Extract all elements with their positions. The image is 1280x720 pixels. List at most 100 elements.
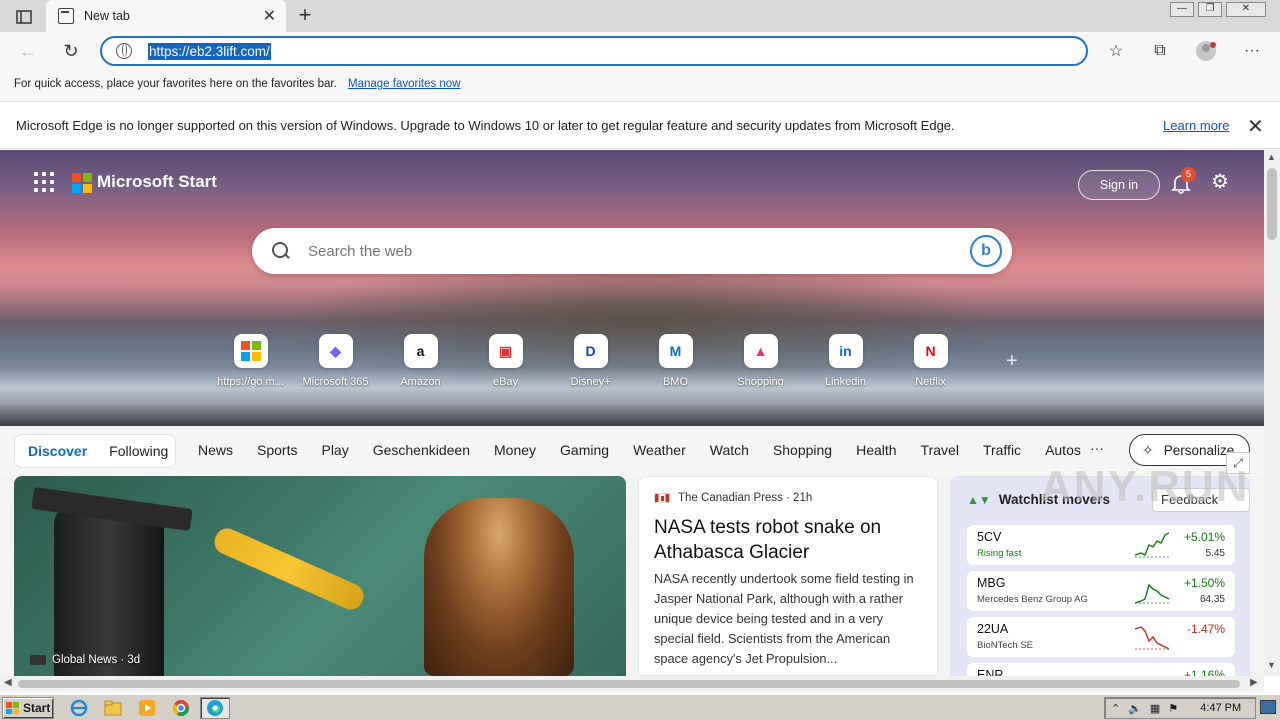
vertical-scroll-thumb[interactable] — [1267, 168, 1277, 240]
vertical-scrollbar[interactable]: ▲ ▼ — [1264, 150, 1280, 676]
stock-name: Rising fast — [977, 548, 1022, 559]
watchlist-row[interactable]: 22UA BioNTech SE -1.47% — [967, 617, 1235, 657]
close-window-button[interactable]: ✕ — [1226, 2, 1266, 17]
tab-following[interactable]: Following — [109, 443, 168, 459]
settings-more-icon[interactable]: ··· — [1241, 40, 1263, 62]
address-bar[interactable]: https://eb2.3lift.com/ — [100, 36, 1088, 66]
media-player-icon[interactable] — [132, 697, 162, 719]
tab-new-tab[interactable]: New tab ✕ — [46, 0, 286, 32]
tab-money[interactable]: Money — [494, 442, 536, 458]
volume-icon[interactable]: 🔈 — [1128, 702, 1142, 715]
article-image-bottle — [54, 504, 164, 676]
learn-more-link[interactable]: Learn more — [1163, 118, 1229, 133]
quick-link-icon: in — [828, 334, 863, 368]
manage-favorites-link[interactable]: Manage favorites now — [348, 78, 461, 90]
tab-watch[interactable]: Watch — [710, 442, 749, 458]
tab-sports[interactable]: Sports — [257, 442, 297, 458]
brand-title[interactable]: Microsoft Start — [97, 172, 217, 192]
action-center-flag-icon[interactable]: ⚑ — [1168, 702, 1178, 715]
favorites-bar: For quick access, place your favorites h… — [0, 70, 1280, 102]
trending-up-icon: ▲▼ — [967, 492, 991, 507]
show-desktop-button[interactable] — [1260, 700, 1276, 714]
stock-name: Mercedes Benz Group AG — [977, 594, 1088, 605]
watchlist-row[interactable]: MBG Mercedes Benz Group AG +1.50% 64.35 — [967, 571, 1235, 611]
tab-play[interactable]: Play — [321, 442, 348, 458]
horizontal-scroll-thumb[interactable] — [18, 680, 1240, 688]
unsupported-os-infobar: Microsoft Edge is no longer supported on… — [0, 103, 1280, 149]
start-button[interactable]: Start — [2, 697, 54, 719]
watchlist-row[interactable]: ENR +1.16% — [967, 663, 1235, 676]
quick-link-icon: ◆ — [318, 334, 353, 368]
search-input[interactable] — [308, 242, 948, 260]
tab-geschenkideen[interactable]: Geschenkideen — [373, 442, 470, 458]
new-tab-button[interactable]: + — [292, 4, 318, 28]
file-explorer-icon[interactable] — [98, 697, 128, 719]
tab-actions-button[interactable] — [10, 6, 38, 28]
clock[interactable]: 4:47 PM — [1200, 702, 1241, 714]
sign-in-button[interactable]: Sign in — [1078, 170, 1160, 200]
bing-chat-icon[interactable]: b — [970, 235, 1002, 267]
address-url[interactable]: https://eb2.3lift.com/ — [148, 42, 271, 60]
tab-traffic[interactable]: Traffic — [983, 442, 1021, 458]
quick-link[interactable]: N Netflix — [888, 334, 973, 388]
watchlist-row[interactable]: 5CV Rising fast +5.01% 5.45 — [967, 525, 1235, 565]
tab-weather[interactable]: Weather — [633, 442, 686, 458]
network-icon[interactable]: ▦ — [1150, 702, 1160, 715]
quick-link[interactable]: in Linkedin — [803, 334, 888, 388]
close-icon[interactable]: ✕ — [1247, 114, 1264, 139]
scroll-up-icon[interactable]: ▲ — [1267, 152, 1276, 162]
feed-mode-toggle: Discover Following — [14, 434, 176, 468]
globe-icon — [116, 43, 132, 59]
tab-autos[interactable]: Autos — [1045, 442, 1081, 458]
internet-explorer-icon[interactable] — [64, 697, 94, 719]
quick-link[interactable]: ▲ Shopping — [718, 334, 803, 388]
refresh-button[interactable]: ↻ — [58, 38, 84, 64]
horizontal-scrollbar[interactable]: ◀ ▶ — [0, 676, 1264, 692]
quick-link[interactable]: a Amazon — [378, 334, 463, 388]
quick-link[interactable]: M BMO — [633, 334, 718, 388]
article-image-tool — [210, 524, 368, 614]
quick-link[interactable]: D Disney+ — [548, 334, 633, 388]
tab-shopping[interactable]: Shopping — [773, 442, 832, 458]
tab-news[interactable]: News — [198, 442, 233, 458]
quick-link-icon: D — [573, 334, 608, 368]
article-title[interactable]: NASA tests robot snake on Athabasca Glac… — [654, 515, 924, 565]
close-tab-icon[interactable]: ✕ — [263, 6, 276, 26]
scroll-right-icon[interactable]: ▶ — [1250, 677, 1258, 688]
notification-badge: 5 — [1181, 167, 1196, 182]
scroll-down-icon[interactable]: ▼ — [1267, 660, 1276, 670]
windows-taskbar: Start ⌃ 🔈 ▦ ⚑ 4:47 PM — [0, 694, 1280, 720]
tab-gaming[interactable]: Gaming — [560, 442, 609, 458]
quick-links: https://go.m... ◆ Microsoft 365 a Amazon ▣ eBa… — [208, 334, 973, 388]
article-source-label: The Canadian Press · 21h — [678, 492, 813, 504]
add-shortcut-icon[interactable]: + — [1006, 350, 1018, 373]
tab-discover[interactable]: Discover — [28, 443, 87, 459]
web-search-box[interactable]: b — [252, 228, 1012, 274]
profile-avatar[interactable] — [1195, 40, 1217, 62]
quick-link-label: Disney+ — [570, 376, 611, 388]
featured-article-card[interactable]: Global News · 3d — [14, 476, 626, 676]
app-launcher-icon[interactable] — [34, 172, 54, 192]
chrome-icon[interactable] — [166, 697, 196, 719]
stock-sparkline — [1135, 532, 1169, 558]
show-hidden-icons-icon[interactable]: ⌃ — [1111, 702, 1120, 715]
add-favorite-icon[interactable]: ☆ — [1105, 40, 1127, 62]
quick-link[interactable]: ◆ Microsoft 365 — [293, 334, 378, 388]
minimize-button[interactable]: — — [1170, 2, 1194, 17]
article-meta: The Canadian Press · 21h — [654, 492, 812, 504]
quick-link[interactable]: ▣ eBay — [463, 334, 548, 388]
global-news-logo — [30, 655, 46, 665]
tab-travel[interactable]: Travel — [921, 442, 959, 458]
news-article-card[interactable]: The Canadian Press · 21h NASA tests robo… — [638, 476, 938, 676]
collections-icon[interactable]: ⧉ — [1149, 40, 1171, 62]
more-categories-button[interactable]: ··· — [1090, 440, 1104, 456]
tab-actions-icon — [16, 10, 32, 24]
gear-icon[interactable]: ⚙ — [1208, 170, 1232, 194]
tab-health[interactable]: Health — [856, 442, 896, 458]
article-image-mug — [424, 498, 574, 676]
scroll-left-icon[interactable]: ◀ — [4, 677, 12, 688]
restore-button[interactable]: ❐ — [1198, 2, 1222, 17]
quick-link[interactable]: https://go.m... — [208, 334, 293, 388]
edge-icon[interactable] — [200, 697, 230, 719]
back-button[interactable]: ← — [15, 38, 41, 64]
